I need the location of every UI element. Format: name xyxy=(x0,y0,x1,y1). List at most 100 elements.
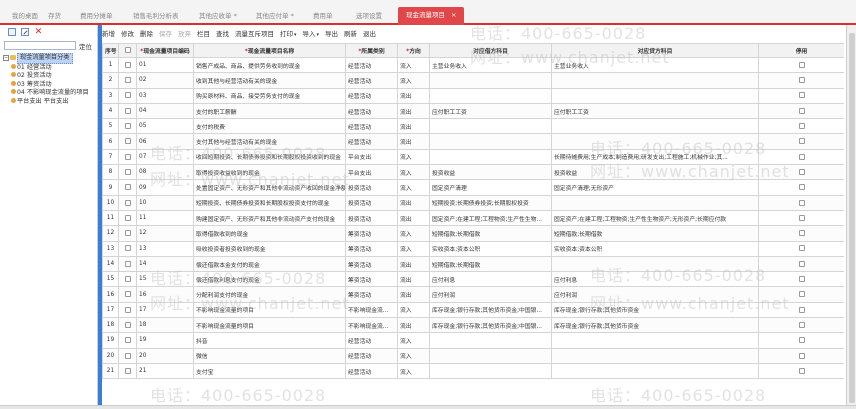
disabled-checkbox[interactable] xyxy=(798,321,805,328)
toolbar-button-9[interactable]: 导入▾ xyxy=(303,27,320,42)
column-header-1[interactable] xyxy=(118,43,137,58)
toolbar-button-2[interactable]: 删除 xyxy=(140,27,153,41)
table-row[interactable]: 5 05 支付的税费 经营活动 流出 xyxy=(102,118,844,135)
row-select-checkbox[interactable] xyxy=(124,92,131,99)
tree-root-node[interactable]: − 现金流量项目分类 xyxy=(3,53,89,64)
checkbox-cell[interactable] xyxy=(758,332,844,349)
toolbar-button-8[interactable]: 打印▾ xyxy=(280,27,297,42)
checkbox-cell[interactable] xyxy=(758,102,844,120)
row-select-checkbox[interactable] xyxy=(124,291,131,298)
select-all-checkbox[interactable] xyxy=(124,47,131,54)
toolbar-button-3[interactable]: 保存 xyxy=(159,27,172,41)
checkbox-cell[interactable] xyxy=(118,164,137,181)
checkbox-cell[interactable] xyxy=(118,301,137,319)
table-row[interactable]: 9 09 处置固定资产、无形资产和其他非流动资产收回的现金净额 投资活动 流入 固定资产清… xyxy=(102,179,844,196)
table-row[interactable]: 15 15 偿还借款利息支付的现金 筹资活动 流出 应付利息 应付利息 xyxy=(102,271,844,288)
column-header-0[interactable]: 序号 xyxy=(102,43,119,58)
column-header-6[interactable]: 对应借方科目 xyxy=(429,43,552,58)
checkbox-cell[interactable] xyxy=(118,271,137,288)
row-select-checkbox[interactable] xyxy=(124,61,131,68)
checkbox-cell[interactable] xyxy=(118,332,137,349)
checkbox-cell[interactable] xyxy=(758,317,844,334)
row-select-checkbox[interactable] xyxy=(124,245,131,252)
checkbox-cell[interactable] xyxy=(758,271,844,288)
row-select-checkbox[interactable] xyxy=(124,260,131,267)
column-header-5[interactable]: *方向 xyxy=(397,43,430,58)
disabled-checkbox[interactable] xyxy=(798,214,805,221)
disabled-checkbox[interactable] xyxy=(798,230,805,237)
column-header-7[interactable]: 对应贷方科目 xyxy=(551,43,759,58)
checkbox-cell[interactable] xyxy=(118,225,137,242)
row-select-checkbox[interactable] xyxy=(124,276,131,283)
row-select-checkbox[interactable] xyxy=(124,123,131,130)
tab-0[interactable]: 我的桌面 xyxy=(12,8,38,25)
table-row[interactable]: 17 17 不影响现金流量的项目 不影响现金流... 流入 库存现金;银行存款;其他货币资… xyxy=(102,301,844,319)
checkbox-cell[interactable] xyxy=(758,286,844,303)
toolbar-button-11[interactable]: 刷新 xyxy=(344,27,357,41)
tab-3[interactable]: 销售毛利分析表 xyxy=(133,8,179,25)
disabled-checkbox[interactable] xyxy=(798,123,805,130)
checkbox-cell[interactable] xyxy=(118,286,137,303)
checkbox-cell[interactable] xyxy=(118,87,137,104)
checkbox-cell[interactable] xyxy=(118,56,137,74)
tree-search-input[interactable] xyxy=(4,41,76,50)
table-row[interactable]: 7 07 收回短期投资、长期债券投资和长期股权投资收到的现金 平台支出 流入 长期待摊费用… xyxy=(102,148,844,166)
disabled-checkbox[interactable] xyxy=(798,291,805,298)
checkbox-cell[interactable] xyxy=(758,118,844,135)
toolbar-button-4[interactable]: 放弃 xyxy=(178,27,191,41)
checkbox-cell[interactable] xyxy=(118,194,137,211)
disabled-checkbox[interactable] xyxy=(798,138,805,145)
disabled-checkbox[interactable] xyxy=(798,260,805,267)
table-row[interactable]: 14 14 偿还借款本金支付的现金 筹资活动 流出 短期借款;长期借款 xyxy=(102,255,844,273)
disabled-checkbox[interactable] xyxy=(798,168,805,175)
disabled-checkbox[interactable] xyxy=(798,352,805,359)
checkbox-cell[interactable] xyxy=(758,362,844,380)
tab-1[interactable]: 存货 xyxy=(48,8,61,25)
row-select-checkbox[interactable] xyxy=(124,77,131,84)
table-row[interactable]: 8 08 取得投资收益收到的现金 平台支出 流入 投资收益 投资收益 xyxy=(102,164,844,181)
row-select-checkbox[interactable] xyxy=(124,214,131,221)
table-row[interactable]: 18 18 不影响现金流量的项目 不影响现金流... 流出 库存现金;银行存款;其他货币资… xyxy=(102,317,844,334)
disabled-checkbox[interactable] xyxy=(798,199,805,206)
tree-node-3[interactable]: 04 不影响现金流量的项目 xyxy=(3,89,89,98)
tree-node-1[interactable]: 02 投资活动 xyxy=(3,72,89,81)
toolbar-button-12[interactable]: 退出 xyxy=(363,27,376,41)
checkbox-cell[interactable] xyxy=(118,118,137,135)
checkbox-cell[interactable] xyxy=(118,347,137,364)
tree-node-2[interactable]: 03 筹资活动 xyxy=(3,80,89,90)
row-select-checkbox[interactable] xyxy=(124,199,131,206)
checkbox-cell[interactable] xyxy=(758,87,844,104)
delete-icon[interactable]: ✕ xyxy=(34,28,43,37)
tab-4[interactable]: 其他应收单 * xyxy=(199,8,237,25)
tree-node-4[interactable]: 平台支出 平台支出 xyxy=(3,97,89,107)
table-row[interactable]: 21 21 支付宝 经营活动 流入 xyxy=(102,362,844,380)
row-select-checkbox[interactable] xyxy=(124,153,131,160)
checkbox-cell[interactable] xyxy=(758,148,844,166)
row-select-checkbox[interactable] xyxy=(124,306,131,313)
tree-root-label[interactable]: 现金流量项目分类 xyxy=(17,53,73,64)
checkbox-cell[interactable] xyxy=(118,148,137,166)
row-select-checkbox[interactable] xyxy=(124,367,131,374)
row-select-checkbox[interactable] xyxy=(124,107,131,114)
checkbox-cell[interactable] xyxy=(758,240,844,257)
disabled-checkbox[interactable] xyxy=(798,77,805,84)
table-row[interactable]: 6 06 支付其他与经营活动有关的现金 经营活动 流出 xyxy=(102,133,844,150)
column-header-3[interactable]: *现金流量项目名称 xyxy=(193,43,346,58)
checkbox-cell[interactable] xyxy=(118,102,137,120)
table-row[interactable]: 16 16 分配利润支付的现金 筹资活动 流出 应付利润 应付利润 xyxy=(102,286,844,303)
table-row[interactable]: 20 20 微信 经营活动 流入 xyxy=(102,347,844,364)
checkbox-cell[interactable] xyxy=(758,209,844,227)
disabled-checkbox[interactable] xyxy=(798,184,805,191)
checkbox-cell[interactable] xyxy=(758,56,844,74)
table-row[interactable]: 3 03 购买原材料、商品、接受劳务支付的现金 经营活动 流出 xyxy=(102,87,844,104)
table-row[interactable]: 11 11 购建固定资产、无形资产和其他非流动资产支付的现金 投资活动 流出 固定资产;在… xyxy=(102,209,844,227)
row-select-checkbox[interactable] xyxy=(124,168,131,175)
disabled-checkbox[interactable] xyxy=(798,107,805,114)
locate-button[interactable]: 定位 xyxy=(79,41,92,51)
row-select-checkbox[interactable] xyxy=(124,321,131,328)
checkbox-cell[interactable] xyxy=(758,164,844,181)
table-row[interactable]: 13 13 吸收投资者投资收到的现金 筹资活动 流入 实收资本;资本公积 实收资本;资本公积 xyxy=(102,240,844,257)
disabled-checkbox[interactable] xyxy=(798,276,805,283)
tab-7[interactable]: 选项设置 xyxy=(356,8,382,25)
checkbox-cell[interactable] xyxy=(758,301,844,319)
